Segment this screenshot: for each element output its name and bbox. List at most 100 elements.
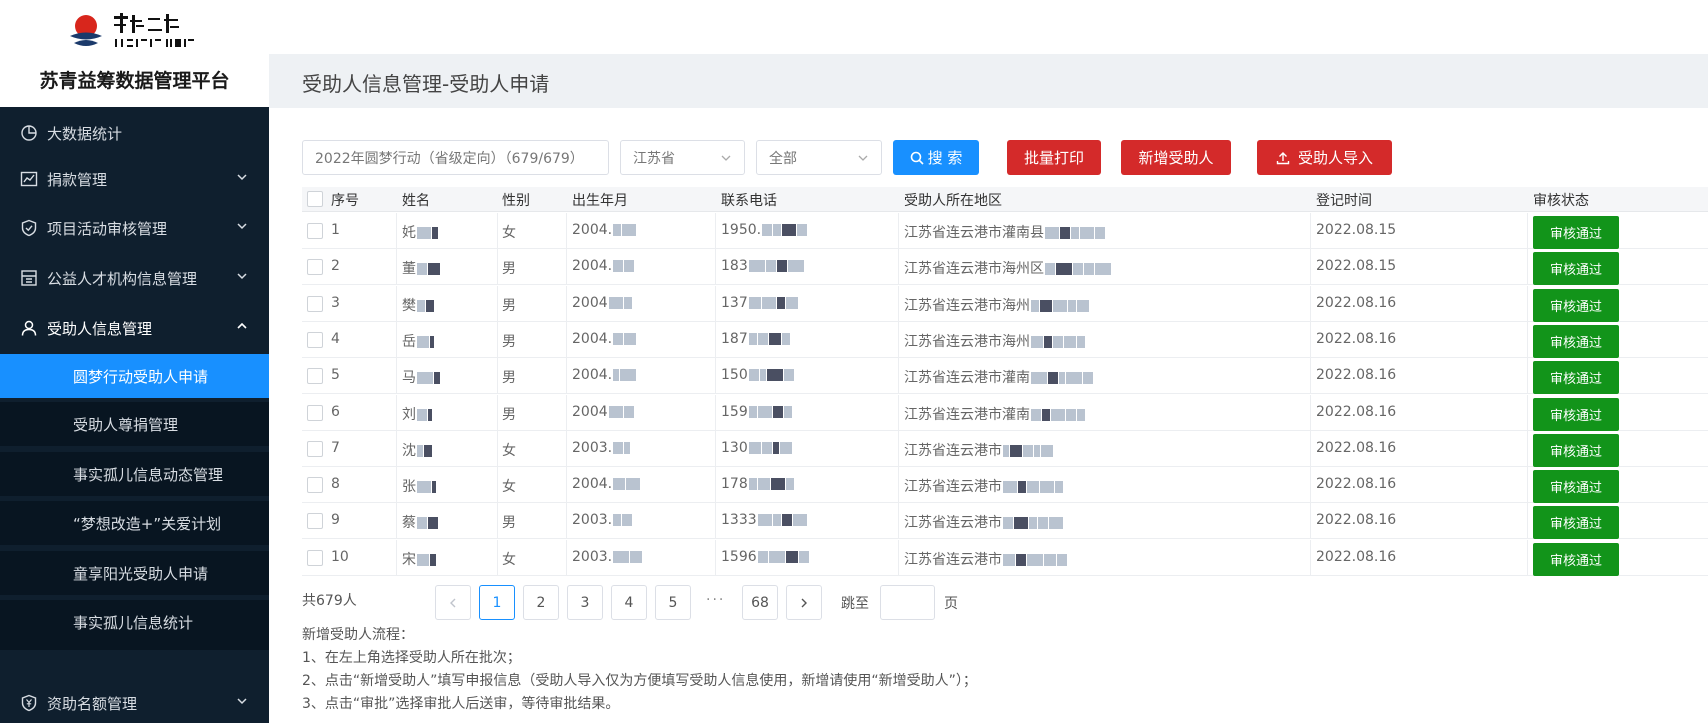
jump-page-input[interactable] [880,585,935,620]
column-divider [1527,285,1528,322]
row-checkbox[interactable] [307,331,323,348]
cell-birth: 2004. [572,258,635,274]
search-button[interactable]: 搜 索 [893,140,979,175]
cell-phone-text: 150 [721,367,748,384]
page-ellipsis[interactable]: ··· [706,592,725,608]
page-button-3[interactable]: 3 [567,585,603,620]
submenu-item-sunshine-apply[interactable]: 童享阳光受助人申请 [0,551,269,595]
province-select[interactable]: 江苏省 [620,140,745,175]
column-divider [396,467,397,504]
cell-region-text: 江苏省连云港市 [904,442,1002,459]
page-button-last[interactable]: 68 [742,585,778,620]
status-approved-button[interactable]: 审核通过 [1533,324,1619,358]
page-button-1[interactable]: 1 [479,585,515,620]
cell-region: 江苏省连云港市 [904,512,1063,532]
column-divider [497,285,498,322]
row-checkbox[interactable] [307,513,323,530]
status-approved-button[interactable]: 审核通过 [1533,361,1619,395]
total-count: 共679人 [302,593,357,609]
cell-region-text: 江苏省连云港市灌南 [904,406,1030,423]
page-header: 受助人信息管理-受助人申请 [269,54,1708,108]
submenu-item-orphan-dynamic[interactable]: 事实孤儿信息动态管理 [0,452,269,496]
cell-name-text: 岳 [402,333,416,350]
import-recipient-label: 受助人导入 [1297,149,1373,167]
status-approved-button[interactable]: 审核通过 [1533,470,1619,504]
row-checkbox[interactable] [307,368,323,385]
cell-gender: 女 [502,225,516,241]
submenu-item-donation-mgmt[interactable]: 受助人尊捐管理 [0,402,269,446]
row-checkbox[interactable] [307,477,323,494]
column-divider [396,394,397,431]
column-divider [497,249,498,286]
prev-page-button[interactable] [435,585,471,620]
submenu-item-dream-apply[interactable]: 圆梦行动受助人申请 [0,354,269,398]
menu-item-recipient-info[interactable]: 受助人信息管理 [0,302,269,354]
cell-birth: 2004 [572,295,632,311]
menu-item-project-review[interactable]: 项目活动审核管理 [0,202,269,254]
table-row[interactable]: 8 张 女 2004. 178 江苏省连云港市 2022.08.16 审核通过 [302,467,1708,504]
row-checkbox[interactable] [307,440,323,457]
cell-name-text: 刘 [402,406,416,423]
table-row[interactable]: 10 宋 女 2003. 1596 江苏省连云港市 2022.08.16 审核通过 [302,539,1708,576]
menu-item-big-data[interactable]: 大数据统计 [0,107,269,159]
chevron-down-icon [858,155,868,161]
status-approved-button[interactable]: 审核通过 [1533,288,1619,322]
table-row[interactable]: 2 董 男 2004. 183 江苏省连云港市海州区 2022.08.15 审核通过 [302,249,1708,286]
column-divider [1310,394,1311,431]
table-row[interactable]: 9 蔡 男 2003. 1333 江苏省连云港市 2022.08.16 审核通过 [302,503,1708,540]
column-divider [1310,539,1311,576]
cell-phone-text: 183 [721,258,748,275]
row-checkbox[interactable] [307,549,323,566]
cell-name: 樊 [402,295,434,315]
cell-time: 2022.08.16 [1316,330,1397,347]
table-row[interactable]: 1 奼 女 2004. 1950. 江苏省连云港市灌南县 2022.08.15 审核通过 [302,213,1708,249]
column-header-no: 序号 [331,193,359,209]
table-row[interactable]: 6 刘 男 2004 159 江苏省连云港市灌南 2022.08.16 审核通过 [302,394,1708,431]
select-all-checkbox[interactable] [307,191,323,207]
column-divider [898,285,899,322]
column-divider [1310,213,1311,249]
submenu-bottom-spacer [0,644,269,650]
brand-area: 苏青益筹数据管理平台 [0,0,269,107]
status-approved-button[interactable]: 审核通过 [1533,506,1619,540]
batch-print-button[interactable]: 批量打印 [1007,140,1101,175]
batch-select[interactable]: 2022年圆梦行动（省级定向）（679/679） [302,140,609,175]
column-header-phone: 联系电话 [721,193,777,209]
submenu-item-orphan-stats[interactable]: 事实孤儿信息统计 [0,600,269,644]
page-button-2[interactable]: 2 [523,585,559,620]
table-row[interactable]: 7 沈 女 2003. 130 江苏省连云港市 2022.08.16 审核通过 [302,430,1708,467]
status-approved-button[interactable]: 审核通过 [1533,252,1619,286]
status-approved-button[interactable]: 审核通过 [1533,433,1619,467]
range-select[interactable]: 全部 [756,140,882,175]
cell-gender: 男 [502,370,516,387]
row-checkbox[interactable] [307,223,323,239]
status-approved-button[interactable]: 审核通过 [1533,397,1619,431]
table-row[interactable]: 4 岳 男 2004. 187 江苏省连云港市海州 2022.08.16 审核通过 [302,321,1708,358]
menu-item-quota[interactable]: 资助名额管理 [0,677,269,723]
import-recipient-button[interactable]: 受助人导入 [1257,140,1392,175]
table-row[interactable]: 3 樊 男 2004 137 江苏省连云港市海州 2022.08.16 审核通过 [302,285,1708,322]
cell-name-text: 奼 [402,225,416,241]
row-checkbox[interactable] [307,259,323,276]
page-button-4[interactable]: 4 [611,585,647,620]
cell-birth: 2003. [572,440,631,456]
cell-name: 马 [402,367,440,387]
status-approved-button[interactable]: 审核通过 [1533,216,1619,249]
row-checkbox[interactable] [307,295,323,312]
menu-item-donation[interactable]: 捐款管理 [0,153,269,205]
table-header: 序号 姓名 性别 出生年月 联系电话 受助人所在地区 登记时间 审核状态 [302,187,1708,212]
page-button-5[interactable]: 5 [655,585,691,620]
cell-birth-text: 2004. [572,222,613,238]
row-checkbox[interactable] [307,404,323,421]
submenu-item-dream-care[interactable]: “梦想改造+”关爱计划 [0,501,269,545]
next-page-button[interactable] [786,585,822,620]
table-row[interactable]: 5 马 男 2004. 150 江苏省连云港市灌南 2022.08.16 审核通过 [302,358,1708,395]
cell-phone-text: 1950. [721,222,762,238]
add-recipient-button[interactable]: 新增受助人 [1121,140,1231,175]
cell-region-text: 江苏省连云港市 [904,479,1002,496]
column-divider [1527,539,1528,576]
cell-no: 3 [331,294,340,311]
menu-item-org-info[interactable]: 公益人才机构信息管理 [0,252,269,304]
status-approved-button[interactable]: 审核通过 [1533,542,1619,576]
notes-step-3: 3、点击“审批”选择审批人后送审，等待审批结果。 [302,696,620,712]
